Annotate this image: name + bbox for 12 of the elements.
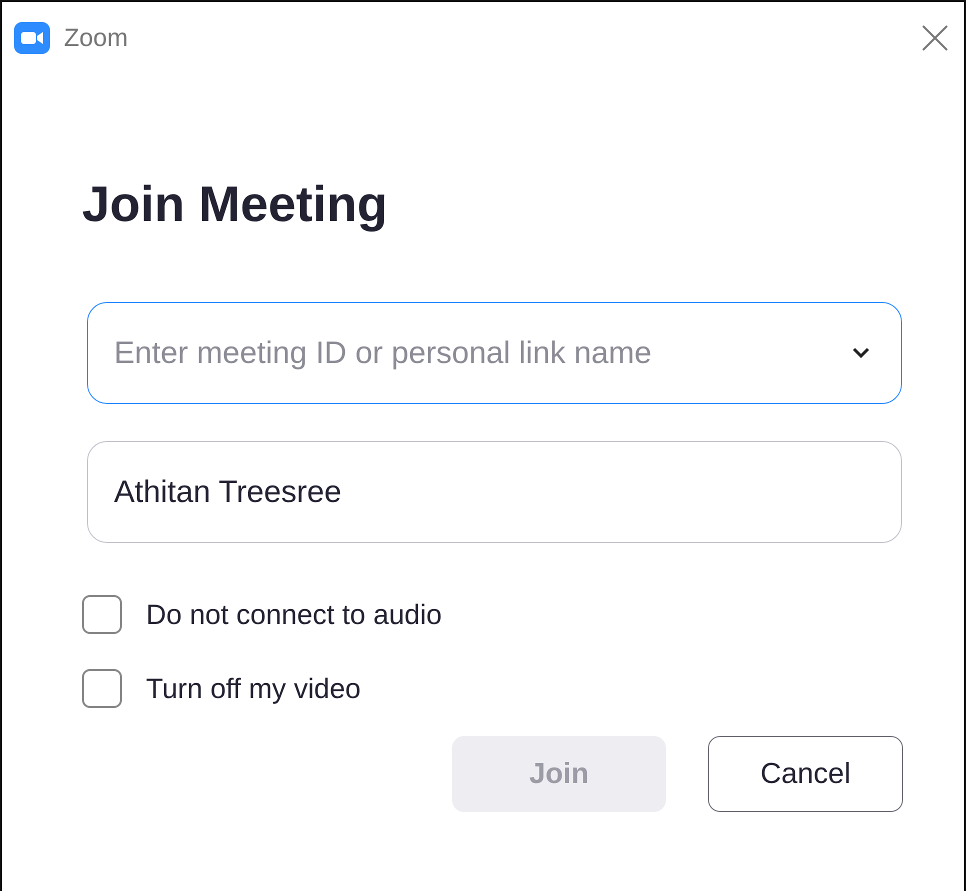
checkbox-label: Do not connect to audio — [146, 598, 442, 630]
window-title: Zoom — [64, 24, 129, 52]
checkbox[interactable] — [82, 669, 122, 708]
dialog-button[interactable]: Cancel — [708, 736, 903, 812]
dialog-heading: Join Meeting — [82, 175, 389, 234]
checkbox[interactable] — [82, 595, 122, 634]
checkbox-label: Turn off my video — [146, 672, 361, 704]
chevron-down-icon[interactable] — [852, 347, 870, 359]
close-icon[interactable] — [922, 25, 948, 51]
video-camera-icon — [14, 22, 50, 54]
meeting-id-field[interactable]: Enter meeting ID or personal link name — [87, 302, 902, 404]
name-field[interactable]: Athitan Treesree — [87, 441, 902, 543]
